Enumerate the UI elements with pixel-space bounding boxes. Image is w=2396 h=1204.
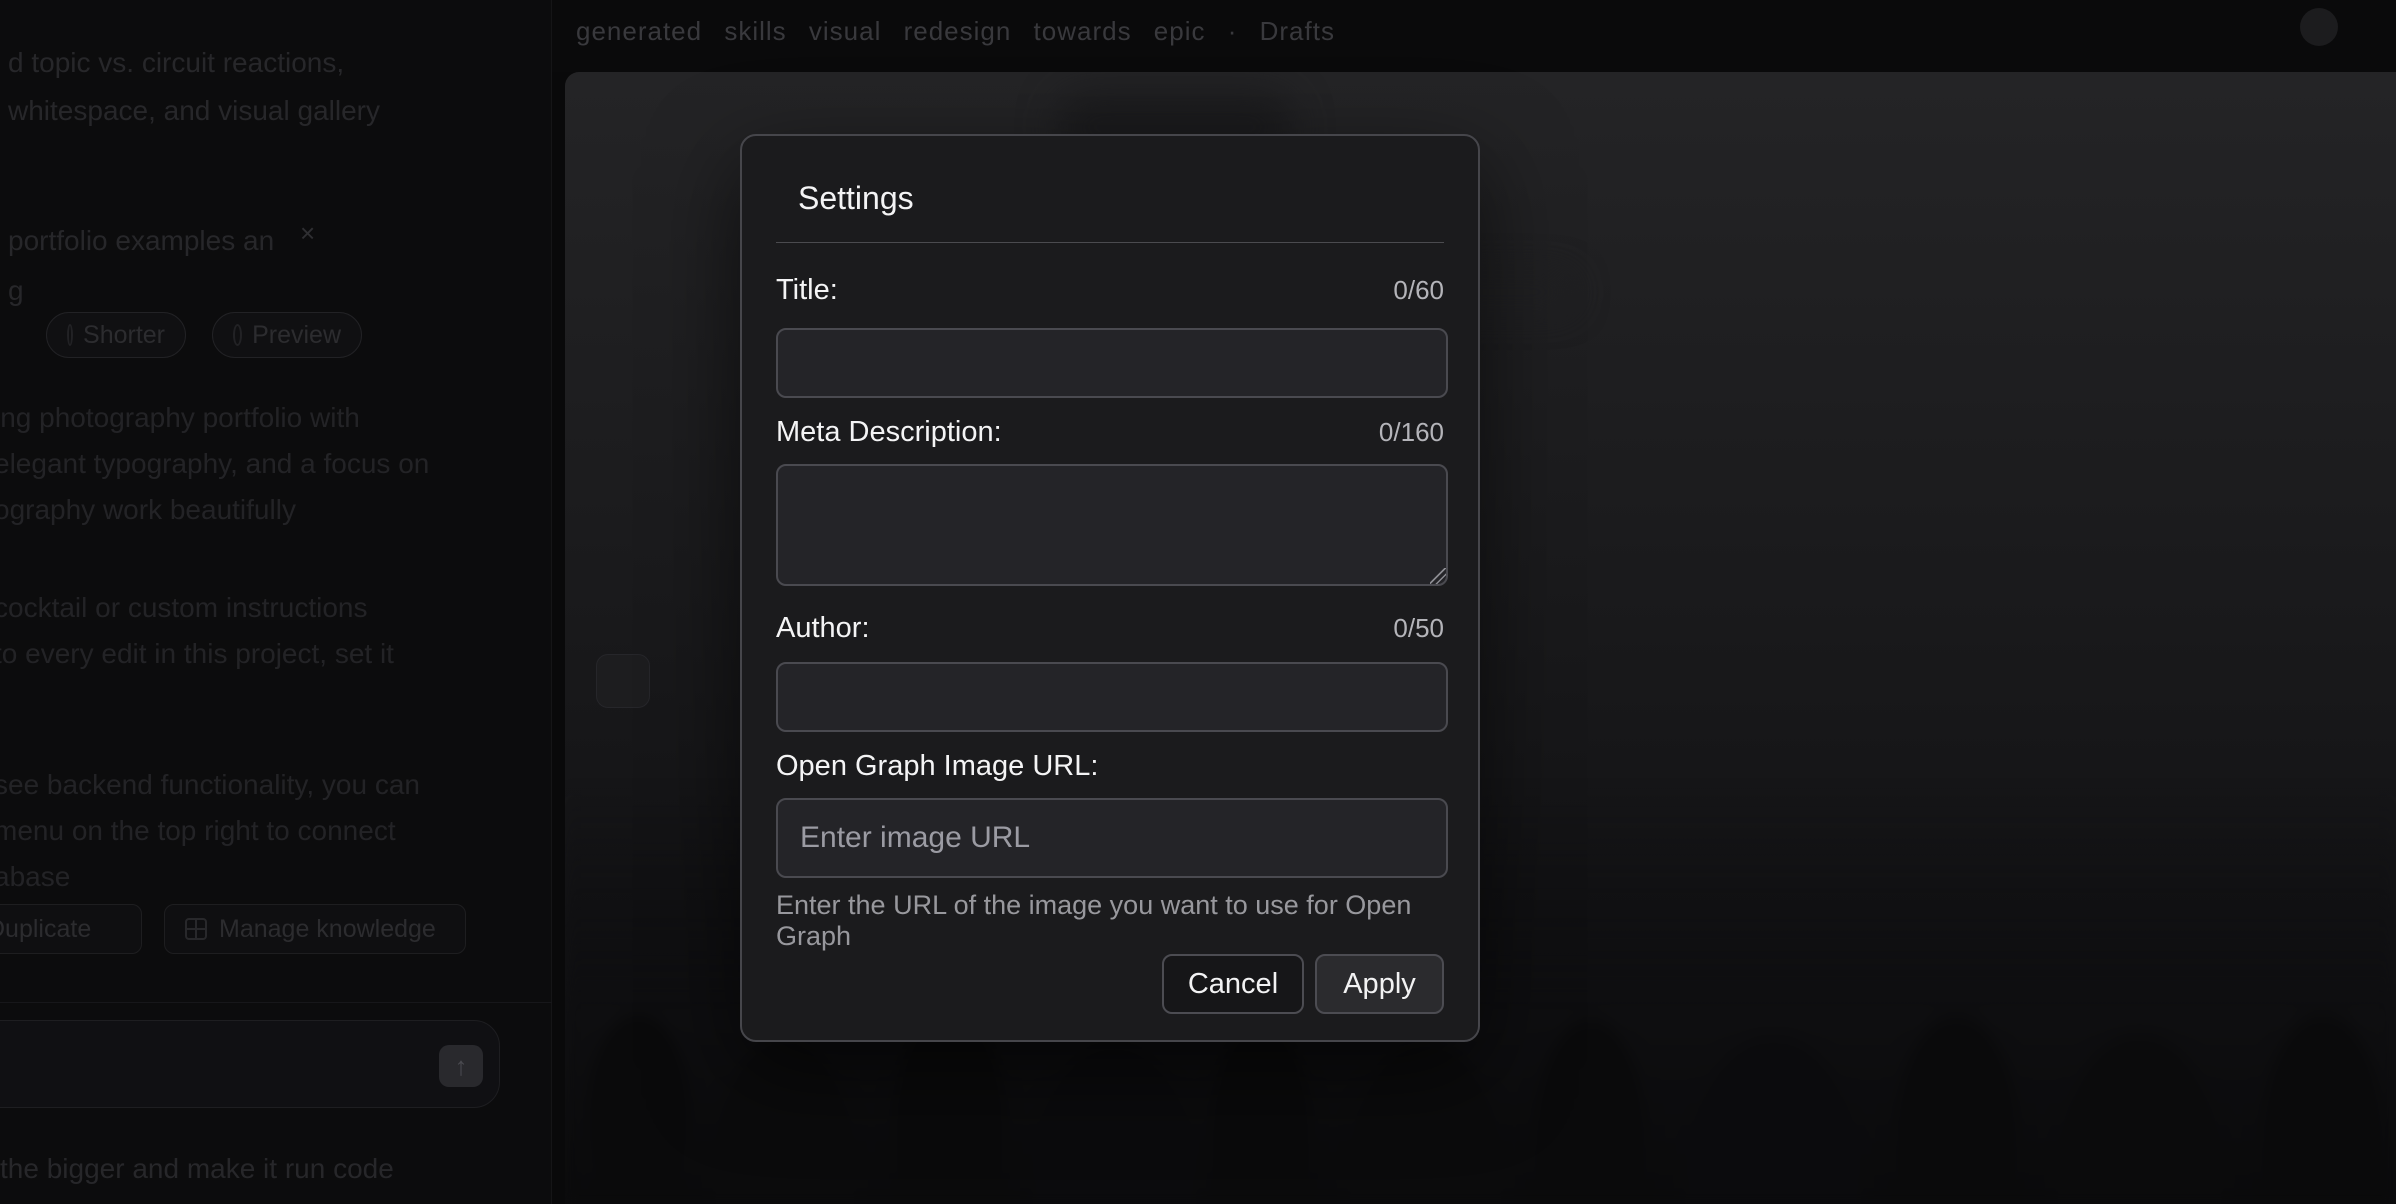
- chat-footer-text: the bigger and make it run code: [0, 1146, 394, 1192]
- author-char-counter: 0/50: [1393, 613, 1444, 644]
- attachment-label-cont: g: [8, 268, 24, 314]
- chat-message-line: whitespace, and visual gallery: [8, 88, 380, 134]
- meta-description-char-counter: 0/160: [1379, 417, 1444, 448]
- panel-toggle-button[interactable]: [596, 654, 650, 708]
- title-field-label: Title:: [776, 274, 838, 307]
- og-image-url-input[interactable]: [776, 798, 1448, 878]
- duplicate-button[interactable]: Duplicate: [0, 904, 142, 954]
- og-image-url-field-label: Open Graph Image URL:: [776, 750, 1098, 783]
- settings-dialog: Settings Title: 0/60 Meta Description: 0…: [740, 134, 1480, 1042]
- assistant-paragraph: cocktail or custom instructions to every…: [0, 585, 394, 677]
- account-avatar[interactable]: [2300, 8, 2338, 46]
- assistant-paragraph: ing photography portfolio with elegant t…: [0, 395, 429, 533]
- eye-icon: [233, 324, 242, 346]
- button-label: Duplicate: [0, 915, 91, 944]
- close-icon[interactable]: ×: [300, 218, 315, 249]
- dialog-title: Settings: [798, 180, 914, 217]
- attachment-label: portfolio examples an: [8, 218, 274, 264]
- cancel-button[interactable]: Cancel: [1162, 954, 1304, 1014]
- button-label: Manage knowledge: [219, 915, 436, 944]
- title-char-counter: 0/60: [1393, 275, 1444, 306]
- preview-chip[interactable]: Preview: [212, 312, 362, 358]
- author-input[interactable]: [776, 662, 1448, 732]
- chip-label: Shorter: [83, 321, 165, 350]
- shorter-chip[interactable]: Shorter: [46, 312, 186, 358]
- og-image-url-helper-text: Enter the URL of the image you want to u…: [776, 890, 1478, 952]
- apply-button[interactable]: Apply: [1315, 954, 1444, 1014]
- chat-message-line: d topic vs. circuit reactions,: [8, 40, 344, 86]
- chat-composer[interactable]: ↑: [0, 1020, 500, 1108]
- title-input[interactable]: [776, 328, 1448, 398]
- project-breadcrumb[interactable]: generated skills visual redesign towards…: [576, 16, 1276, 47]
- send-icon[interactable]: ↑: [439, 1045, 483, 1087]
- author-field-label: Author:: [776, 612, 870, 645]
- chat-sidebar: d topic vs. circuit reactions, whitespac…: [0, 0, 552, 1204]
- dialog-divider: [776, 242, 1444, 243]
- assistant-paragraph: see backend functionality, you can menu …: [0, 762, 420, 900]
- knowledge-grid-icon: [185, 918, 207, 940]
- meta-description-field-label: Meta Description:: [776, 416, 1002, 449]
- refresh-icon: [67, 324, 73, 346]
- chip-label: Preview: [252, 321, 341, 350]
- manage-knowledge-button[interactable]: Manage knowledge: [164, 904, 466, 954]
- meta-description-textarea[interactable]: [776, 464, 1448, 586]
- sidebar-divider: [0, 1002, 552, 1003]
